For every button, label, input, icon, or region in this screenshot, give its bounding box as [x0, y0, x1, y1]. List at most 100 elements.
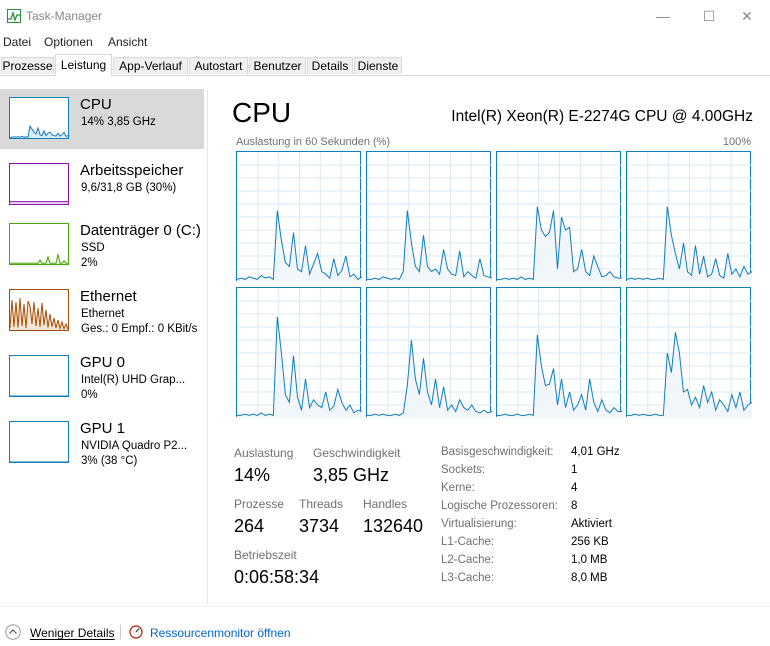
- utilization-value: 14%: [234, 465, 271, 485]
- core-graph-svg: [237, 288, 362, 418]
- core-graph-svg: [367, 288, 492, 418]
- info-value: 4,01 GHz: [571, 446, 620, 458]
- core-graph: [366, 151, 492, 282]
- sidebar-item-detail: Intel(R) UHD Grap...: [81, 374, 186, 386]
- info-label: L1-Cache:: [441, 536, 495, 548]
- info-label: Logische Prozessoren:: [441, 500, 558, 512]
- gpu1-mini-graph: [9, 421, 69, 463]
- sidebar-divider: [207, 89, 208, 604]
- core-graph: [496, 151, 622, 282]
- processes-value: 264: [234, 516, 265, 536]
- info-label: L2-Cache:: [441, 554, 495, 566]
- tab-bar: Prozesse Leistung App-Verlauf Autostart …: [0, 53, 770, 76]
- tab-app-verlauf[interactable]: App-Verlauf: [113, 57, 188, 74]
- title-bar: Task-Manager — ☐ ✕: [0, 0, 770, 32]
- menu-optionen[interactable]: Optionen: [44, 35, 93, 49]
- uptime-value: 0:06:58:34: [234, 567, 320, 587]
- core-graph: [236, 151, 362, 282]
- core-graph: [626, 151, 752, 282]
- sidebar-item-detail: NVIDIA Quadro P2...: [81, 440, 188, 452]
- core-graph-svg: [627, 288, 752, 418]
- disk-mini-graph: [9, 223, 69, 265]
- chevron-up-icon[interactable]: [5, 624, 21, 640]
- sidebar-item-gpu0[interactable]: GPU 0 Intel(R) UHD Grap... 0%: [0, 347, 204, 407]
- gpu0-mini-graph: [9, 355, 69, 397]
- speed-value: 3,85 GHz: [313, 465, 390, 485]
- info-value: 1: [571, 464, 578, 476]
- mini-graph-svg: [10, 124, 68, 138]
- info-label: Sockets:: [441, 464, 486, 476]
- info-label: Virtualisierung:: [441, 518, 517, 530]
- sidebar-item-detail: 9,6/31,8 GB (30%): [81, 182, 177, 194]
- sidebar-item-usage: 2%: [81, 257, 98, 269]
- info-value: 4: [571, 482, 578, 494]
- mini-graph-svg: [10, 461, 68, 462]
- window-title: Task-Manager: [26, 9, 103, 23]
- menu-ansicht[interactable]: Ansicht: [108, 35, 147, 49]
- mini-graph-svg: [10, 253, 68, 264]
- sidebar-item-ethernet[interactable]: Ethernet Ethernet Ges.: 0 Empf.: 0 KBit/…: [0, 281, 204, 341]
- sidebar-item-memory[interactable]: Arbeitsspeicher 9,6/31,8 GB (30%): [0, 155, 204, 215]
- info-label: L3-Cache:: [441, 572, 495, 584]
- memory-mini-graph: [9, 163, 69, 205]
- graph-caption: Auslastung in 60 Sekunden (%): [236, 136, 391, 148]
- tab-benutzer[interactable]: Benutzer: [249, 57, 306, 74]
- info-value: 1,0 MB: [571, 554, 608, 566]
- minimize-button[interactable]: —: [640, 0, 686, 32]
- sidebar-item-name: GPU 1: [80, 420, 126, 437]
- info-label: Basisgeschwindigkeit:: [441, 446, 554, 458]
- handles-value: 132640: [363, 516, 424, 536]
- uptime-label: Betriebszeit: [234, 548, 297, 562]
- info-value: 8,0 MB: [571, 572, 608, 584]
- mini-graph-svg: [10, 201, 68, 204]
- sidebar-item-usage: 0%: [81, 389, 98, 401]
- cpu-mini-graph: [9, 97, 69, 139]
- threads-value: 3734: [299, 516, 340, 536]
- core-graph-svg: [237, 152, 362, 282]
- core-graph: [626, 287, 752, 418]
- sidebar-item-usage: Ges.: 0 Empf.: 0 KBit/s: [81, 323, 198, 335]
- ethernet-mini-graph: [9, 289, 69, 331]
- resource-monitor-icon: [129, 625, 143, 639]
- sidebar-item-disk[interactable]: Datenträger 0 (C:) SSD 2%: [0, 215, 204, 275]
- resource-sidebar: CPU 14% 3,85 GHz Arbeitsspeicher 9,6/31,…: [0, 89, 205, 604]
- handles-label: Handles: [363, 497, 408, 511]
- tab-autostart[interactable]: Autostart: [189, 57, 248, 74]
- sidebar-item-name: Arbeitsspeicher: [80, 162, 184, 179]
- core-graph: [366, 287, 492, 418]
- core-graph: [496, 287, 622, 418]
- sidebar-item-gpu1[interactable]: GPU 1 NVIDIA Quadro P2... 3% (38 °C): [0, 413, 204, 473]
- core-graph-svg: [497, 152, 622, 282]
- sidebar-item-cpu[interactable]: CPU 14% 3,85 GHz: [0, 89, 204, 149]
- sidebar-item-detail: Ethernet: [81, 308, 125, 320]
- fewer-details-link[interactable]: Weniger Details: [30, 626, 114, 640]
- menu-datei[interactable]: Datei: [3, 35, 31, 49]
- tab-dienste[interactable]: Dienste: [354, 57, 402, 74]
- utilization-label: Auslastung: [234, 446, 294, 460]
- tab-prozesse[interactable]: Prozesse: [1, 57, 54, 74]
- sidebar-item-name: Ethernet: [80, 288, 137, 305]
- footer-divider: [120, 625, 121, 639]
- threads-label: Threads: [299, 497, 344, 511]
- graph-max-label: 100%: [722, 136, 751, 148]
- sidebar-item-name: CPU: [80, 96, 112, 113]
- info-value: Aktiviert: [571, 518, 612, 530]
- task-manager-icon: [7, 9, 21, 23]
- sidebar-item-name: GPU 0: [80, 354, 126, 371]
- processes-label: Prozesse: [234, 497, 285, 511]
- tab-leistung[interactable]: Leistung: [55, 54, 112, 76]
- menu-bar: Datei Optionen Ansicht: [0, 32, 770, 52]
- sidebar-item-detail: SSD: [81, 242, 105, 254]
- sidebar-item-name: Datenträger 0 (C:): [80, 222, 201, 239]
- cpu-model-name: Intel(R) Xeon(R) E-2274G CPU @ 4.00GHz: [451, 108, 753, 125]
- core-graph: [236, 287, 362, 418]
- close-button[interactable]: ✕: [724, 0, 770, 32]
- core-graph-svg: [367, 152, 492, 282]
- core-graph-svg: [627, 152, 752, 282]
- info-label: Kerne:: [441, 482, 475, 494]
- footer-separator: [0, 606, 770, 607]
- resource-monitor-link[interactable]: Ressourcenmonitor öffnen: [150, 626, 291, 640]
- info-value: 256 KB: [571, 536, 609, 548]
- tab-details[interactable]: Details: [307, 57, 353, 74]
- info-value: 8: [571, 500, 578, 512]
